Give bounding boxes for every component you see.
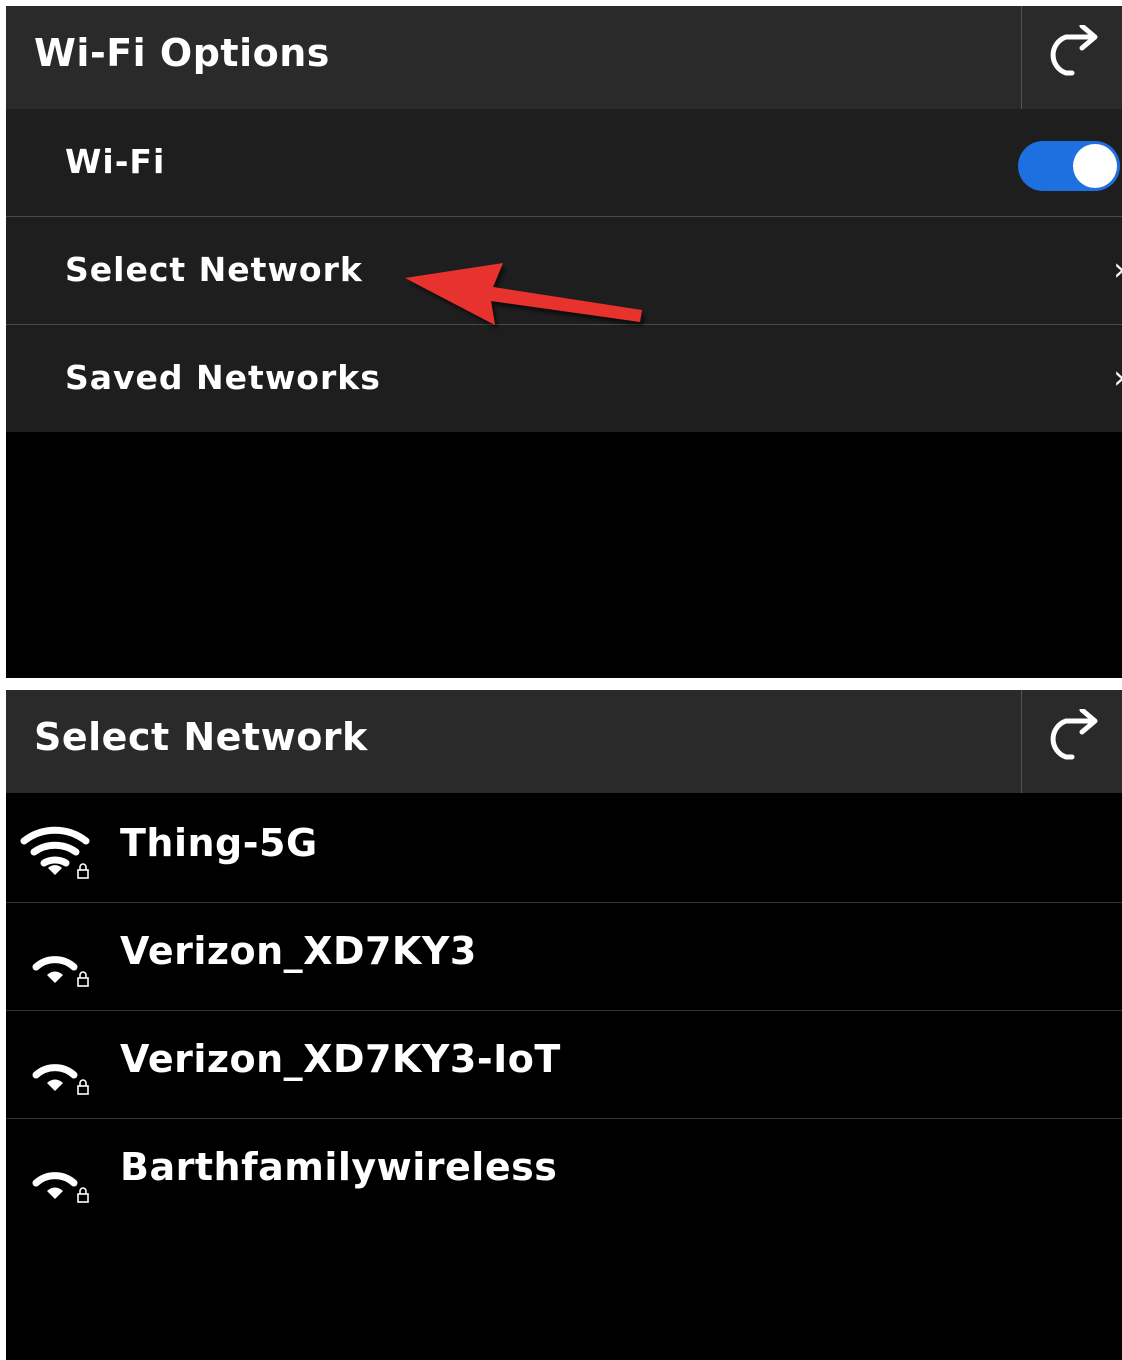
page-title: Wi-Fi Options (34, 31, 330, 75)
back-button[interactable] (1021, 690, 1122, 793)
saved-networks-row[interactable]: Saved Networks › (6, 325, 1122, 432)
select-network-screen: Select Network Thing-5G Verizon_XD7KY3 V… (6, 690, 1122, 1360)
saved-networks-label: Saved Networks (65, 358, 381, 397)
select-network-label: Select Network (65, 250, 363, 289)
network-list-item[interactable]: Verizon_XD7KY3 (6, 903, 1122, 1011)
wifi-toggle-switch[interactable] (1018, 141, 1120, 191)
network-list-item[interactable]: Thing-5G (6, 795, 1122, 903)
page-title: Select Network (34, 715, 368, 759)
chevron-right-icon: › (1113, 217, 1122, 324)
network-list-item[interactable]: Barthfamilywireless (6, 1119, 1122, 1226)
wifi-options-screen: Wi-Fi Options Wi-Fi Select Network › Sav… (6, 6, 1122, 678)
network-name: Verizon_XD7KY3-IoT (120, 1037, 561, 1081)
network-name: Thing-5G (120, 821, 318, 865)
wifi-signal-locked-icon (32, 956, 89, 987)
toggle-knob (1073, 144, 1117, 188)
wifi-signal-locked-icon (20, 826, 90, 879)
wifi-options-header: Wi-Fi Options (6, 6, 1122, 109)
wifi-toggle-label: Wi-Fi (65, 142, 166, 181)
network-list-item[interactable]: Verizon_XD7KY3-IoT (6, 1011, 1122, 1119)
back-arrow-icon (1050, 708, 1098, 759)
chevron-right-icon: › (1113, 325, 1122, 432)
select-network-header: Select Network (6, 690, 1122, 793)
wifi-signal-locked-icon (32, 1172, 89, 1203)
wifi-toggle-row[interactable]: Wi-Fi (6, 109, 1122, 217)
back-arrow-icon (1050, 24, 1098, 75)
network-name: Barthfamilywireless (120, 1145, 558, 1189)
back-button[interactable] (1021, 6, 1122, 109)
network-name: Verizon_XD7KY3 (120, 929, 477, 973)
annotation-arrow-icon (405, 263, 642, 325)
wifi-signal-locked-icon (32, 1064, 89, 1095)
